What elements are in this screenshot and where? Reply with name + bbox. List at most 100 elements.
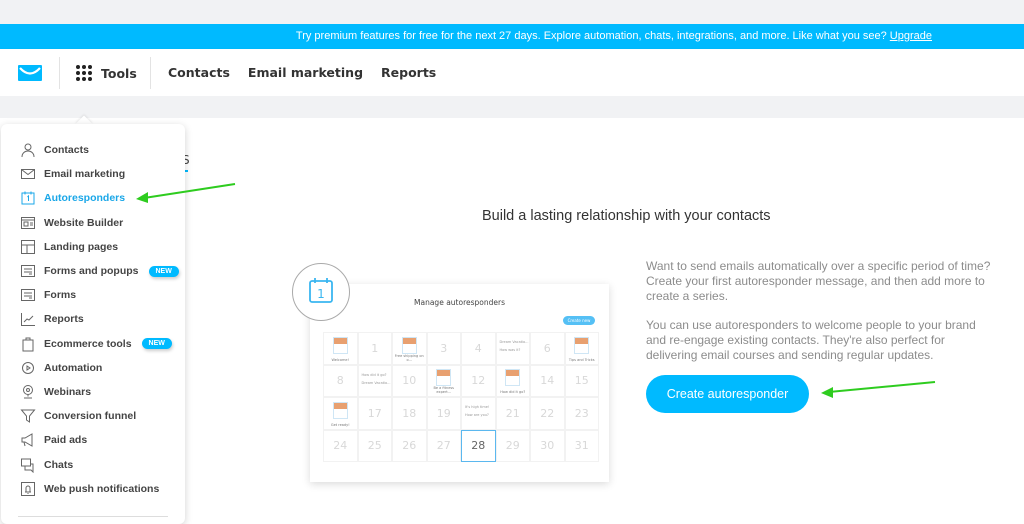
day-number: 6: [543, 341, 551, 355]
menu-item-ecommerce-tools[interactable]: Ecommerce tools NEW: [20, 336, 172, 352]
nav-email-marketing[interactable]: Email marketing: [248, 65, 363, 80]
email-caption: How did it go?: [500, 390, 526, 394]
person-icon: [21, 143, 35, 158]
autoresponder-illustration: Manage autoresponders Create new Welcome…: [310, 284, 609, 482]
menu-item-paid-ads[interactable]: Paid ads: [20, 432, 87, 448]
trial-banner: Try premium features for free for the ne…: [0, 24, 1024, 49]
day-number: 17: [367, 406, 382, 420]
envelope-icon: [21, 169, 35, 180]
menu-item-chats[interactable]: Chats: [20, 457, 73, 473]
nav-contacts[interactable]: Contacts: [168, 65, 230, 80]
menu-item-website-builder[interactable]: Website Builder: [20, 215, 123, 231]
calendar-cell: How did it go?: [495, 364, 530, 397]
day-number: 30: [540, 439, 555, 453]
menu-divider: [18, 516, 168, 517]
day-number: 3: [440, 341, 448, 355]
email-subject: Dream Vacatio...: [361, 380, 391, 385]
menu-item-label: Paid ads: [44, 434, 88, 447]
new-badge: NEW: [148, 265, 179, 277]
menu-item-automation[interactable]: Automation: [20, 360, 102, 376]
menu-item-landing-pages[interactable]: Landing pages: [20, 239, 118, 255]
tools-button[interactable]: Tools: [76, 65, 137, 81]
megaphone-icon: [21, 433, 33, 448]
website-icon: [21, 216, 35, 229]
calendar-cell: Tips and Tricks: [564, 332, 599, 365]
menu-item-contacts[interactable]: Contacts: [20, 142, 89, 158]
email-subject: How are you?: [465, 413, 489, 417]
menu-item-conversion-funnel[interactable]: Conversion funnel: [20, 408, 136, 424]
calendar-cell: 29: [495, 429, 530, 462]
day-number: 14: [540, 374, 555, 388]
calendar-cell: 25: [357, 429, 392, 462]
form-icon: [21, 289, 35, 302]
calendar-cell: Free shipping on o...: [392, 332, 427, 365]
calendar-badge: 1: [292, 263, 350, 321]
day-number: 12: [471, 374, 486, 388]
email-subject: How was it?: [499, 348, 521, 352]
create-autoresponder-button[interactable]: Create autoresponder: [646, 375, 809, 413]
day-number: 19: [436, 406, 451, 420]
top-header: Tools Contacts Email marketing Reports: [0, 49, 1024, 96]
email-caption: Welcome!: [331, 357, 349, 362]
grid-icon: [76, 65, 92, 81]
description-2: You can use autoresponders to welcome pe…: [646, 318, 976, 362]
upgrade-link[interactable]: Upgrade: [890, 30, 932, 42]
divider: [150, 57, 151, 89]
day-number: 24: [333, 439, 348, 453]
chart-icon: [21, 313, 35, 327]
day-number: 28: [471, 439, 486, 453]
email-thumbnail: [401, 336, 417, 354]
calendar-cell: 15: [564, 364, 599, 397]
illustration-title: Manage autoresponders: [414, 298, 505, 307]
day-number: 26: [402, 439, 417, 453]
menu-item-label: Landing pages: [44, 240, 119, 253]
day-number: 25: [367, 439, 382, 453]
webcam-icon: [23, 385, 33, 399]
calendar-cell: 30: [530, 429, 565, 462]
menu-item-label: Forms and popups: [44, 265, 139, 277]
day-number: 10: [402, 374, 417, 388]
calendar-cell: 27: [426, 429, 461, 462]
menu-item-label: Chats: [44, 458, 74, 471]
email-thumbnail: [505, 369, 521, 387]
email-subject: How did it go?: [361, 372, 387, 377]
menu-item-email-marketing[interactable]: Email marketing: [20, 166, 125, 182]
calendar-cell: 26: [392, 429, 427, 462]
annotation-arrow: [821, 381, 936, 398]
email-thumbnail: [436, 369, 452, 387]
calendar-grid: Welcome! 1 Free shipping on o... 3 4 Dream Va…: [323, 332, 599, 462]
calendar-cell: 22: [530, 397, 565, 430]
logo-icon[interactable]: [18, 65, 42, 81]
day-number: 18: [402, 406, 417, 420]
calendar-cell: 10: [392, 364, 427, 397]
menu-item-webinars[interactable]: Webinars: [20, 384, 91, 400]
description-1: Want to send emails automatically over a…: [646, 259, 991, 303]
calendar-icon: [21, 191, 35, 205]
banner-text: Try premium features for free for the ne…: [295, 30, 887, 42]
tools-label: Tools: [101, 65, 137, 81]
day-number: 4: [474, 341, 482, 355]
day-number: 29: [505, 439, 520, 453]
menu-item-autoresponders[interactable]: Autoresponders: [20, 190, 125, 206]
day-number: 22: [540, 406, 555, 420]
new-badge: NEW: [141, 338, 172, 350]
menu-item-forms-and-popups[interactable]: Forms and popups NEW: [20, 263, 179, 279]
gear-icon: [22, 361, 34, 374]
calendar-cell: Welcome!: [323, 332, 358, 365]
menu-item-reports[interactable]: Reports: [20, 311, 84, 327]
email-thumbnail: [332, 401, 348, 419]
calendar-day: 1: [317, 287, 325, 301]
calendar-cell: 19: [426, 397, 461, 430]
menu-item-label: Conversion funnel: [44, 410, 137, 423]
day-number: 8: [336, 374, 344, 388]
annotation-arrow: [136, 183, 236, 203]
day-number: 15: [574, 374, 589, 388]
menu-item-forms[interactable]: Forms: [20, 287, 76, 303]
calendar-cell: 6: [530, 332, 565, 365]
calendar-cell: 24: [323, 429, 358, 462]
menu-item-label: Email marketing: [44, 168, 126, 181]
nav-reports[interactable]: Reports: [381, 65, 436, 80]
menu-item-web-push-notifications[interactable]: Web push notifications: [20, 481, 159, 497]
menu-item-label: Website Builder: [44, 216, 124, 229]
calendar-cell: How did it go? Dream Vacatio...: [357, 364, 392, 397]
